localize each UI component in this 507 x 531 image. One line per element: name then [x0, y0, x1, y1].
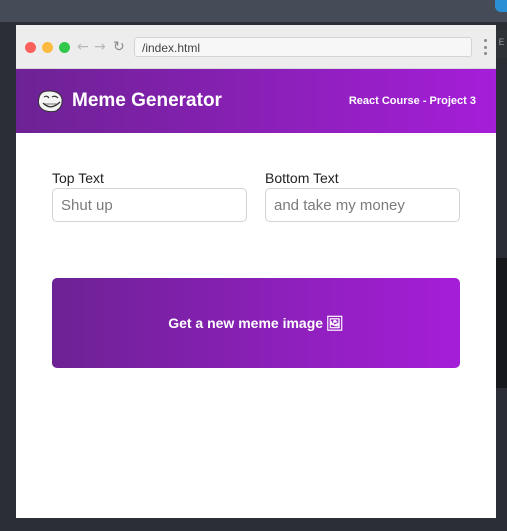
- bottom-text-input[interactable]: [265, 188, 460, 222]
- get-meme-image-button[interactable]: Get a new meme image 🖼: [52, 278, 460, 368]
- button-label: Get a new meme image: [168, 314, 324, 331]
- minimize-window-icon[interactable]: [42, 42, 53, 53]
- app-header: Meme Generator React Course - Project 3: [16, 69, 496, 133]
- app-badge-icon: [495, 0, 507, 12]
- forward-arrow-icon[interactable]: →: [94, 38, 106, 56]
- background-window-strip: E: [496, 30, 507, 58]
- maximize-window-icon[interactable]: [59, 42, 70, 53]
- desktop-top-bar: [0, 0, 507, 22]
- image-icon: 🖼: [326, 315, 344, 332]
- reload-icon[interactable]: ↻: [113, 38, 125, 56]
- browser-window: ← → ↻ /index.html Meme Generator React C…: [16, 25, 496, 518]
- meme-form: Top Text Bottom Text Get a new meme imag…: [16, 133, 496, 513]
- background-window-edge: [496, 258, 507, 388]
- app-subtitle: React Course - Project 3: [348, 95, 476, 107]
- app-title: Meme Generator: [72, 90, 222, 111]
- back-arrow-icon[interactable]: ←: [77, 38, 89, 56]
- browser-menu-icon[interactable]: [481, 39, 489, 55]
- bottom-text-label: Bottom Text: [265, 170, 339, 186]
- close-window-icon[interactable]: [25, 42, 36, 53]
- address-bar[interactable]: /index.html: [134, 37, 472, 57]
- troll-face-icon: [37, 90, 63, 113]
- top-text-label: Top Text: [52, 170, 104, 186]
- top-text-input[interactable]: [52, 188, 247, 222]
- browser-toolbar: ← → ↻ /index.html: [16, 25, 496, 69]
